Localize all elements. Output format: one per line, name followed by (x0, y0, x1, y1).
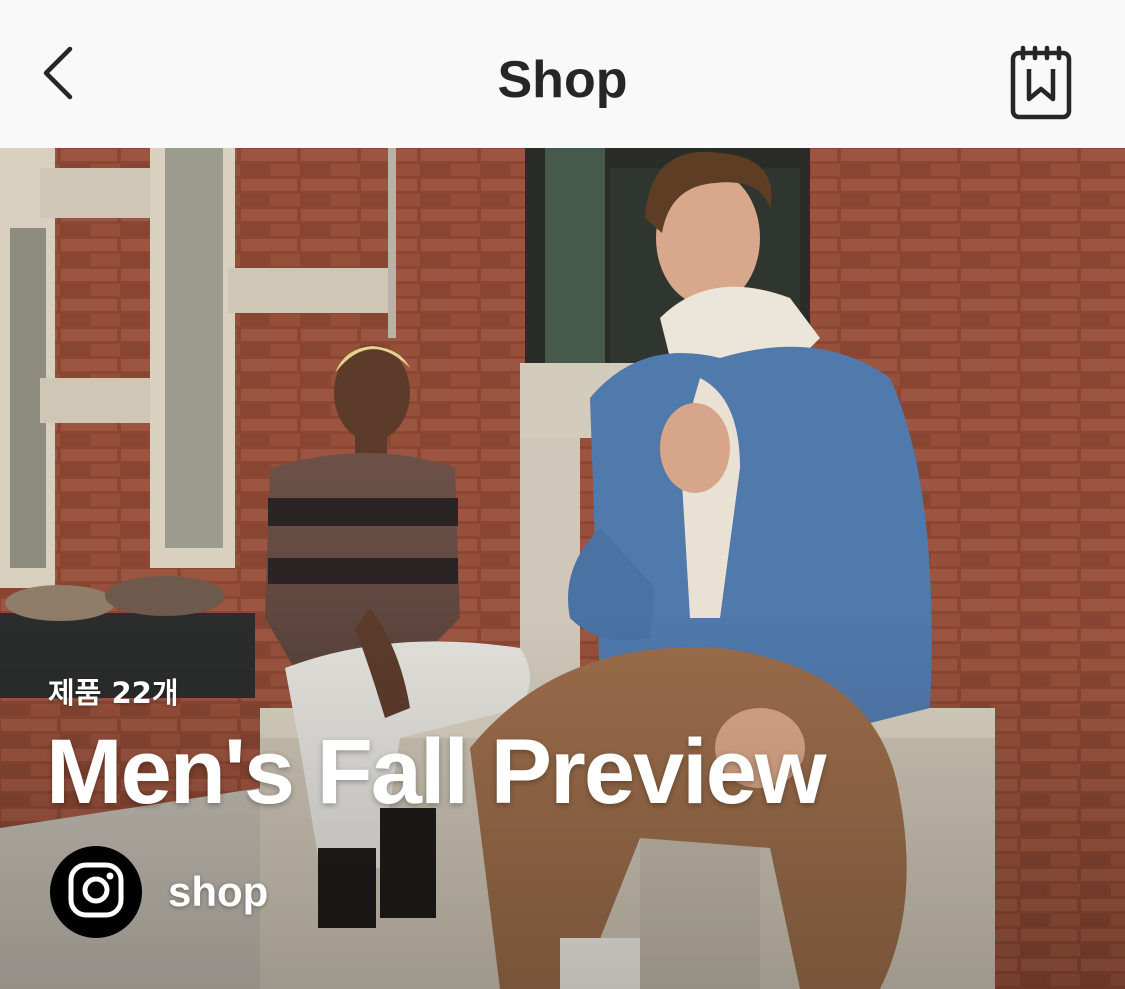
product-count: 제품 22개 (48, 676, 179, 710)
saved-items-button[interactable] (1000, 40, 1082, 130)
bookmark-calendar-icon (1009, 45, 1073, 126)
collection-hero[interactable]: 제품 22개 Men's Fall Preview shop (0, 148, 1125, 989)
instagram-icon (66, 860, 126, 925)
seller-avatar[interactable] (50, 846, 142, 938)
page-title: Shop (497, 51, 628, 109)
seller-name[interactable]: shop (168, 868, 268, 916)
collection-title: Men's Fall Preview (46, 721, 826, 823)
image-scrim (0, 148, 1125, 989)
top-bar: Shop (0, 0, 1125, 148)
